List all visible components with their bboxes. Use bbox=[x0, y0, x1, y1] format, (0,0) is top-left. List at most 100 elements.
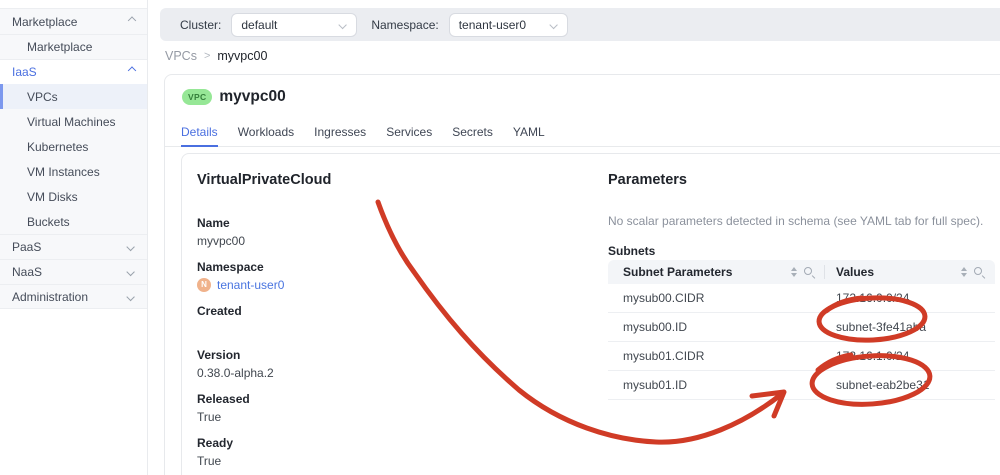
field-value: N tenant-user0 bbox=[197, 276, 527, 294]
sort-icon[interactable] bbox=[791, 267, 797, 277]
chevron-up-icon bbox=[127, 66, 137, 75]
field-name: Name myvpc00 bbox=[197, 214, 527, 250]
cell-value: subnet-3fe41aba bbox=[836, 320, 927, 334]
subnets-table: Subnet Parameters Values mysub00.CIDR 17… bbox=[608, 260, 995, 400]
sidebar-item-vm-disks[interactable]: VM Disks bbox=[0, 184, 147, 209]
tab-yaml[interactable]: YAML bbox=[513, 119, 545, 147]
breadcrumb-vpcs-link[interactable]: VPCs bbox=[165, 49, 197, 63]
sidebar-item-vm-instances[interactable]: VM Instances bbox=[0, 159, 147, 184]
field-label: Namespace bbox=[197, 260, 264, 274]
sidebar-group-label: NaaS bbox=[12, 265, 43, 279]
field-released: Released True bbox=[197, 390, 527, 426]
cluster-select-value: default bbox=[241, 17, 278, 32]
details-panel: VirtualPrivateCloud Name myvpc00 Namespa… bbox=[181, 153, 1000, 475]
tab-workloads[interactable]: Workloads bbox=[238, 119, 294, 147]
sidebar-group-iaas[interactable]: IaaS bbox=[0, 59, 147, 84]
sort-icon[interactable] bbox=[961, 267, 967, 277]
sidebar-group-label: Marketplace bbox=[12, 14, 78, 29]
sidebar-item-label: Marketplace bbox=[27, 40, 93, 54]
table-row: mysub01.ID subnet-eab2be31 bbox=[608, 371, 995, 400]
column-header-tools bbox=[791, 266, 825, 278]
subnets-table-header: Subnet Parameters Values bbox=[608, 260, 995, 284]
namespace-link[interactable]: tenant-user0 bbox=[217, 276, 284, 294]
context-bar: Cluster: default Namespace: tenant-user0 bbox=[160, 8, 1000, 41]
chevron-down-icon bbox=[126, 242, 135, 252]
field-label: Name bbox=[197, 216, 230, 230]
cell-value: 172.16.0.0/24 bbox=[836, 291, 910, 305]
vpc-kind-badge: VPC bbox=[182, 89, 213, 105]
app-window: Marketplace Marketplace IaaS VPCs Virtua… bbox=[0, 0, 1000, 475]
sidebar-item-label: VM Instances bbox=[27, 164, 100, 179]
sidebar-item-kubernetes[interactable]: Kubernetes bbox=[0, 134, 147, 159]
resource-header: VPC myvpc00 bbox=[182, 88, 286, 106]
tab-ingresses[interactable]: Ingresses bbox=[314, 119, 366, 147]
subnets-label: Subnets bbox=[608, 244, 656, 258]
table-row: mysub00.ID subnet-3fe41aba bbox=[608, 313, 995, 342]
sidebar-item-label: VM Disks bbox=[27, 189, 78, 204]
sidebar-group-administration[interactable]: Administration bbox=[0, 284, 147, 309]
field-label: Released bbox=[197, 392, 250, 406]
field-value: True bbox=[197, 410, 222, 424]
breadcrumb: VPCs > myvpc00 bbox=[165, 46, 267, 66]
parameters-note: No scalar parameters detected in schema … bbox=[608, 214, 984, 228]
chevron-down-icon bbox=[126, 292, 135, 301]
breadcrumb-separator: > bbox=[203, 50, 211, 62]
sidebar-group-label: PaaS bbox=[12, 240, 42, 254]
column-header-values[interactable]: Values bbox=[825, 260, 995, 284]
table-row: mysub01.CIDR 172.16.1.0/24 bbox=[608, 342, 995, 371]
cell-value: subnet-eab2be31 bbox=[836, 378, 930, 392]
sidebar-group-paas[interactable]: PaaS bbox=[0, 234, 147, 259]
field-created: Created bbox=[197, 302, 527, 338]
sidebar-group-naas[interactable]: NaaS bbox=[0, 259, 147, 284]
cell-value: 172.16.1.0/24 bbox=[836, 349, 910, 363]
page-title: myvpc00 bbox=[219, 88, 286, 105]
sidebar-item-label: VPCs bbox=[27, 89, 58, 104]
chevron-down-icon bbox=[126, 267, 135, 277]
sidebar-item-vpcs[interactable]: VPCs bbox=[0, 84, 147, 109]
cell-subnet-parameter: mysub01.ID bbox=[623, 378, 688, 392]
field-value: True bbox=[197, 454, 222, 468]
sidebar: Marketplace Marketplace IaaS VPCs Virtua… bbox=[0, 0, 148, 475]
search-icon[interactable] bbox=[803, 266, 815, 278]
sidebar-item-virtual-machines[interactable]: Virtual Machines bbox=[0, 109, 147, 134]
tab-secrets[interactable]: Secrets bbox=[452, 119, 493, 147]
field-value bbox=[197, 320, 527, 338]
sidebar-item-label: Kubernetes bbox=[27, 139, 89, 154]
field-ready: Ready True bbox=[197, 434, 527, 470]
field-value: 0.38.0-alpha.2 bbox=[197, 366, 274, 380]
field-version: Version 0.38.0-alpha.2 bbox=[197, 346, 527, 382]
tab-services[interactable]: Services bbox=[386, 119, 432, 147]
breadcrumb-current: myvpc00 bbox=[217, 49, 268, 63]
chevron-up-icon bbox=[127, 15, 137, 25]
tab-bar: Details Workloads Ingresses Services Sec… bbox=[165, 119, 1000, 147]
column-header-subnet-parameters[interactable]: Subnet Parameters bbox=[608, 260, 825, 284]
content-card: VPC myvpc00 Details Workloads Ingresses … bbox=[164, 74, 1000, 475]
sidebar-group-label: Administration bbox=[12, 289, 89, 304]
sidebar-item-marketplace[interactable]: Marketplace bbox=[0, 34, 147, 59]
sidebar-item-label: Virtual Machines bbox=[27, 114, 116, 129]
field-value: myvpc00 bbox=[197, 234, 246, 248]
chevron-down-icon bbox=[338, 20, 348, 29]
chevron-down-icon bbox=[549, 20, 558, 29]
parameters-column: Parameters No scalar parameters detected… bbox=[608, 172, 996, 400]
column-header-label: Values bbox=[836, 265, 875, 279]
cluster-select[interactable]: default bbox=[231, 12, 358, 37]
tab-details[interactable]: Details bbox=[181, 119, 218, 147]
parameters-heading: Parameters bbox=[608, 172, 687, 188]
cell-subnet-parameter: mysub01.CIDR bbox=[623, 349, 705, 363]
sidebar-group-label: IaaS bbox=[12, 65, 37, 79]
cell-subnet-parameter: mysub00.ID bbox=[623, 320, 688, 334]
column-header-tools bbox=[961, 266, 995, 278]
namespace-label: Namespace: bbox=[371, 17, 439, 32]
namespace-avatar: N bbox=[197, 278, 211, 292]
namespace-select-value: tenant-user0 bbox=[458, 17, 527, 32]
cluster-label: Cluster: bbox=[180, 17, 222, 32]
table-row: mysub00.CIDR 172.16.0.0/24 bbox=[608, 284, 995, 313]
field-namespace: Namespace N tenant-user0 bbox=[197, 258, 527, 294]
search-icon[interactable] bbox=[973, 266, 985, 278]
column-header-label: Subnet Parameters bbox=[623, 265, 733, 279]
sidebar-item-buckets[interactable]: Buckets bbox=[0, 209, 147, 234]
field-label: Ready bbox=[197, 436, 234, 450]
namespace-select[interactable]: tenant-user0 bbox=[448, 12, 568, 37]
sidebar-group-marketplace[interactable]: Marketplace bbox=[0, 9, 147, 34]
